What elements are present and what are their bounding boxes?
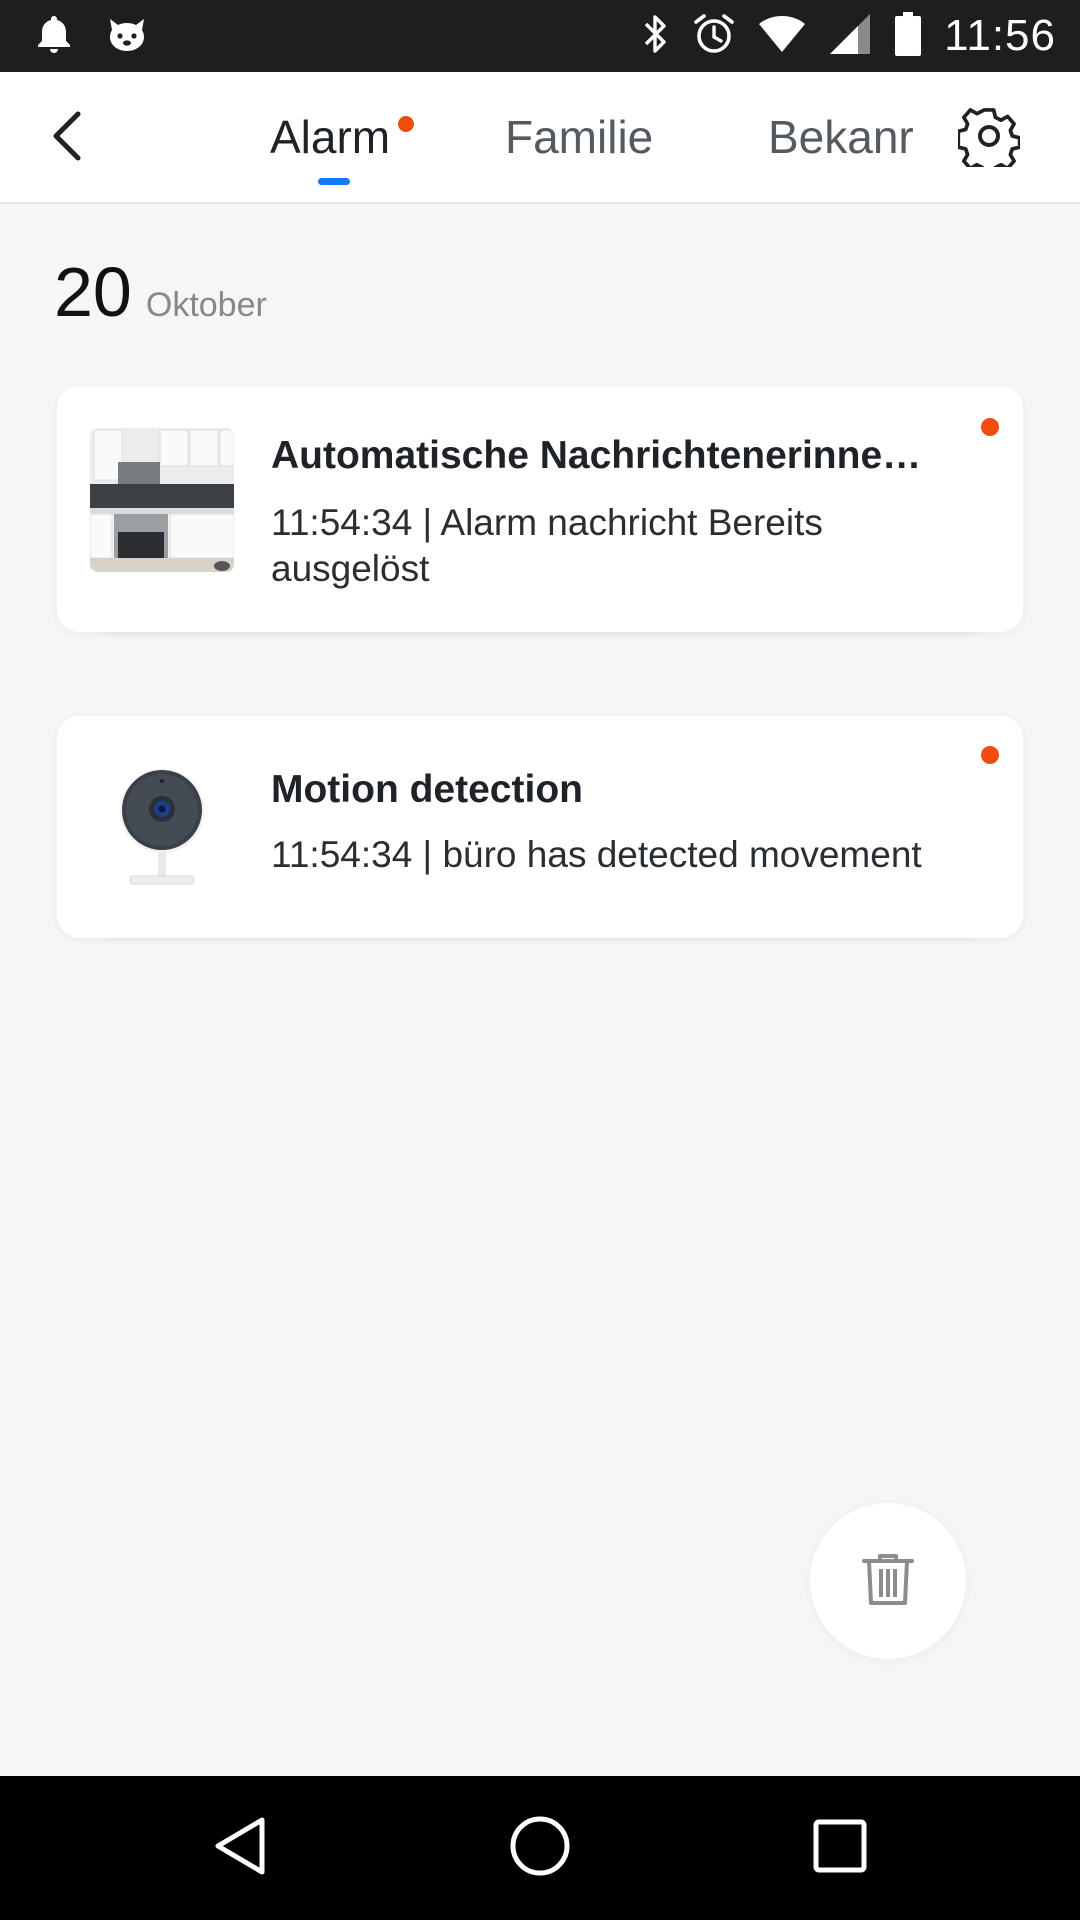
date-header: 20 Oktober <box>54 252 267 332</box>
message-card-group: Automatische Nachrichtenerinne… 11:54:34… <box>57 386 1023 662</box>
app-mascot-icon <box>106 15 148 58</box>
tab-familie[interactable]: Familie <box>505 110 653 164</box>
message-description: 11:54:34 | Alarm nachricht Bereits ausge… <box>271 502 823 589</box>
unread-dot <box>981 418 999 436</box>
back-button[interactable] <box>40 110 96 166</box>
security-camera-icon <box>90 756 234 900</box>
tab-label: Bekanr <box>768 111 914 163</box>
delete-button[interactable] <box>810 1503 966 1659</box>
message-title: Automatische Nachrichtenerinne… <box>271 434 922 477</box>
battery-icon <box>894 11 922 62</box>
unread-indicator <box>398 116 414 132</box>
unread-dot <box>981 746 999 764</box>
message-card-group: Motion detection 11:54:34 | büro has det… <box>57 716 1023 968</box>
nav-home-button[interactable] <box>504 1812 576 1884</box>
tab-alarm[interactable]: Alarm <box>270 110 390 164</box>
active-tab-indicator <box>318 178 350 185</box>
message-card[interactable]: Motion detection 11:54:34 | büro has det… <box>57 716 1023 938</box>
chevron-left-icon <box>48 110 88 167</box>
message-card[interactable]: Automatische Nachrichtenerinne… 11:54:34… <box>57 386 1023 632</box>
bluetooth-icon <box>640 12 670 61</box>
message-description: 11:54:34 | büro has detected movement <box>271 834 922 875</box>
alarm-clock-icon <box>692 12 736 61</box>
system-navigation-bar <box>0 1776 1080 1920</box>
cell-signal-icon <box>828 12 872 61</box>
nav-recents-button[interactable] <box>804 1812 876 1884</box>
tab-label: Familie <box>505 111 654 163</box>
message-tabs: Alarm Familie Bekanr <box>270 72 930 204</box>
nav-home-icon <box>508 1814 572 1883</box>
nav-recents-icon <box>812 1818 868 1879</box>
date-month: Oktober <box>145 286 267 324</box>
message-title: Motion detection <box>271 768 583 811</box>
notification-bell-icon <box>36 14 72 59</box>
status-bar: 11:56 <box>0 0 1080 72</box>
tab-label: Alarm <box>270 111 391 163</box>
trash-icon <box>860 1551 916 1612</box>
tab-bekannt[interactable]: Bekanr <box>768 110 914 164</box>
nav-back-button[interactable] <box>204 1812 276 1884</box>
settings-button[interactable] <box>956 105 1022 177</box>
status-clock: 11:56 <box>944 11 1056 60</box>
nav-back-icon <box>210 1814 270 1883</box>
app-header: Alarm Familie Bekanr <box>0 72 1080 204</box>
wifi-icon <box>758 14 806 59</box>
date-day: 20 <box>54 253 132 331</box>
kitchen-photo <box>90 428 234 572</box>
gear-icon <box>956 105 1022 177</box>
